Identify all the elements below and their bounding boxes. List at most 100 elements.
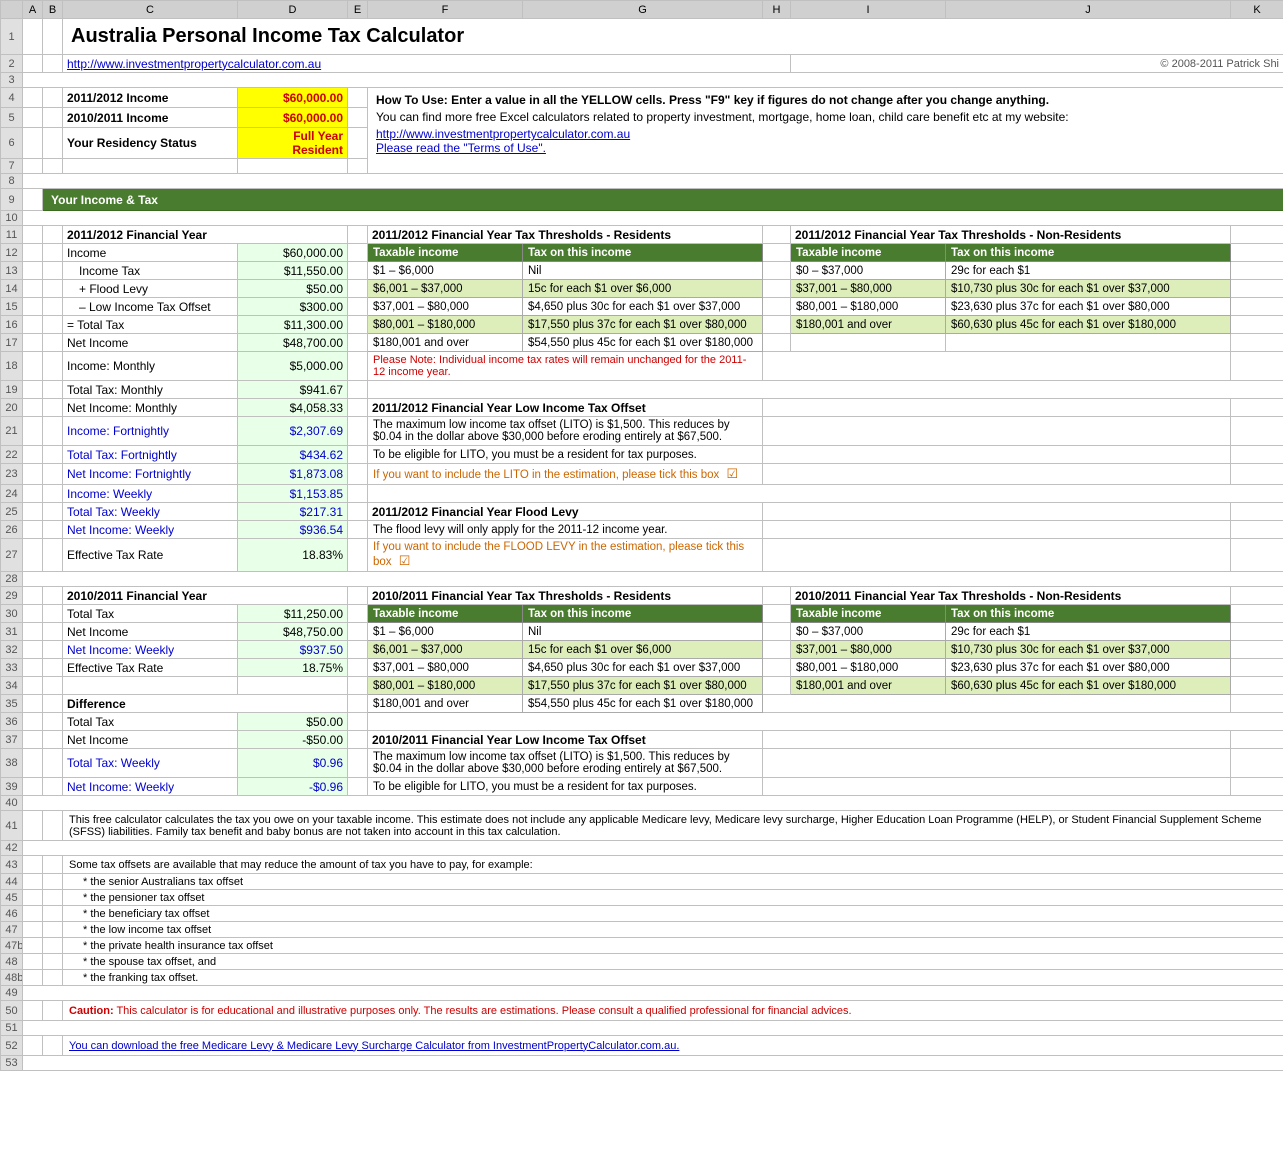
- diff-total-tax-label: Total Tax: [63, 713, 238, 731]
- income-2012-label: 2011/2012 Income: [63, 88, 238, 108]
- col-c-header: C: [63, 1, 238, 19]
- thr-res-r1-c1: $1 – $6,000: [368, 262, 523, 280]
- thresholds-2011-nonres-header: 2010/2011 Financial Year Tax Thresholds …: [791, 587, 1231, 605]
- copyright-cell: © 2008-2011 Patrick Shi: [791, 55, 1283, 73]
- website-link[interactable]: http://www.investmentpropertycalculator.…: [63, 55, 791, 73]
- lito-2011-header: 2010/2011 Financial Year Low Income Tax …: [368, 731, 763, 749]
- diff-net-income-weekly-label: Net Income: Weekly: [63, 778, 238, 796]
- col-f-header: F: [368, 1, 523, 19]
- income-2012-value[interactable]: $60,000.00: [238, 88, 348, 108]
- net-income-weekly-2011-label: Net Income: Weekly: [63, 641, 238, 659]
- difference-header: Difference: [63, 695, 348, 713]
- thr-res-r3-c1: $37,001 – $80,000: [368, 298, 523, 316]
- row1-a: [23, 19, 43, 55]
- income-monthly-value: $5,000.00: [238, 352, 348, 381]
- download-link-cell[interactable]: You can download the free Medicare Levy …: [63, 1036, 1283, 1056]
- offset-3: * the beneficiary tax offset: [63, 906, 1283, 922]
- flood-2012-text1: The flood levy will only apply for the 2…: [368, 521, 763, 539]
- lito-checkbox-row[interactable]: If you want to include the LITO in the e…: [368, 464, 763, 485]
- flood-levy-label: + Flood Levy: [63, 280, 238, 298]
- income-weekly-value: $1,153.85: [238, 485, 348, 503]
- thr-res-col1-header: Taxable income: [368, 244, 523, 262]
- thr-2011-res-col2-header: Tax on this income: [523, 605, 763, 623]
- net-income-2011-label: Net Income: [63, 623, 238, 641]
- thresholds-2012-nonres-header: 2011/2012 Financial Year Tax Thresholds …: [791, 226, 1231, 244]
- disclaimer1: This free calculator calculates the tax …: [63, 811, 1283, 841]
- diff-total-tax-weekly-value: $0.96: [238, 749, 348, 778]
- col-e-header: E: [348, 1, 368, 19]
- residency-label: Your Residency Status: [63, 128, 238, 159]
- thr-nonres-r2-c1: $37,001 – $80,000: [791, 280, 946, 298]
- income-tax-section-header: Your Income & Tax: [43, 189, 1283, 211]
- thr-nonres-r3-c1: $80,001 – $180,000: [791, 298, 946, 316]
- net-income-monthly-value: $4,058.33: [238, 399, 348, 417]
- net-income-weekly-2012-label: Net Income: Weekly: [63, 521, 238, 539]
- net-income-fortnightly-label: Net Income: Fortnightly: [63, 464, 238, 485]
- net-income-2011-value: $48,750.00: [238, 623, 348, 641]
- effective-tax-rate-2012-label: Effective Tax Rate: [63, 539, 238, 572]
- download-link[interactable]: You can download the free Medicare Levy …: [69, 1040, 679, 1052]
- flood-checkbox-row[interactable]: If you want to include the FLOOD LEVY in…: [368, 539, 763, 572]
- income-2011-value[interactable]: $60,000.00: [238, 108, 348, 128]
- thr-res-r5-c1: $180,001 and over: [368, 334, 523, 352]
- net-income-2012-label: Net Income: [63, 334, 238, 352]
- corner-header: [1, 1, 23, 19]
- diff-total-tax-value: $50.00: [238, 713, 348, 731]
- residency-value[interactable]: Full Year Resident: [238, 128, 348, 159]
- total-tax-weekly-value: $217.31: [238, 503, 348, 521]
- disclaimer2: Some tax offsets are available that may …: [63, 856, 1283, 874]
- thr-nonres-r3-c2: $23,630 plus 37c for each $1 over $80,00…: [946, 298, 1231, 316]
- income-label: Income: [63, 244, 238, 262]
- income-monthly-label: Income: Monthly: [63, 352, 238, 381]
- diff-net-income-value: -$50.00: [238, 731, 348, 749]
- threshold-notice: Please Note: Individual income tax rates…: [368, 352, 763, 381]
- thresholds-2012-res-header: 2011/2012 Financial Year Tax Thresholds …: [368, 226, 763, 244]
- total-tax-weekly-label: Total Tax: Weekly: [63, 503, 238, 521]
- income-tax-label: Income Tax: [63, 262, 238, 280]
- offset-2: * the pensioner tax offset: [63, 890, 1283, 906]
- total-tax-2011-label: Total Tax: [63, 605, 238, 623]
- flood-checkbox[interactable]: ☑: [399, 553, 411, 568]
- thr-2011-nonres-col1-header: Taxable income: [791, 605, 946, 623]
- net-income-monthly-label: Net Income: Monthly: [63, 399, 238, 417]
- fy2011-header: 2010/2011 Financial Year: [63, 587, 348, 605]
- col-j-header: J: [946, 1, 1231, 19]
- total-tax-2012-label: = Total Tax: [63, 316, 238, 334]
- lito-2012-header: 2011/2012 Financial Year Low Income Tax …: [368, 399, 763, 417]
- thr-res-r2-c1: $6,001 – $37,000: [368, 280, 523, 298]
- thresholds-2011-res-header: 2010/2011 Financial Year Tax Thresholds …: [368, 587, 763, 605]
- thr-nonres-r4-c2: $60,630 plus 45c for each $1 over $180,0…: [946, 316, 1231, 334]
- page-title: Australia Personal Income Tax Calculator: [63, 19, 1283, 55]
- col-d-header: D: [238, 1, 348, 19]
- offset-1: * the senior Australians tax offset: [63, 874, 1283, 890]
- lito-2011-text2: To be eligible for LITO, you must be a r…: [368, 778, 763, 796]
- thr-res-r4-c1: $80,001 – $180,000: [368, 316, 523, 334]
- col-k-header: K: [1231, 1, 1283, 19]
- net-income-2012-value: $48,700.00: [238, 334, 348, 352]
- net-income-weekly-2012-value: $936.54: [238, 521, 348, 539]
- thr-res-r3-c2: $4,650 plus 30c for each $1 over $37,000: [523, 298, 763, 316]
- total-tax-monthly-value: $941.67: [238, 381, 348, 399]
- thr-nonres-r2-c2: $10,730 plus 30c for each $1 over $37,00…: [946, 280, 1231, 298]
- flood-2012-header: 2011/2012 Financial Year Flood Levy: [368, 503, 763, 521]
- thr-res-r4-c2: $17,550 plus 37c for each $1 over $80,00…: [523, 316, 763, 334]
- total-tax-fortnightly-value: $434.62: [238, 446, 348, 464]
- income-2011-label: 2010/2011 Income: [63, 108, 238, 128]
- offset-5: * the private health insurance tax offse…: [63, 938, 1283, 954]
- caution-label: Caution:: [69, 1005, 114, 1017]
- lito-checkbox[interactable]: ☑: [726, 466, 738, 481]
- income-tax-value: $11,550.00: [238, 262, 348, 280]
- effective-tax-rate-2011-label: Effective Tax Rate: [63, 659, 238, 677]
- lito-label: – Low Income Tax Offset: [63, 298, 238, 316]
- how-to-use-box: How To Use: Enter a value in all the YEL…: [368, 88, 1283, 174]
- total-tax-2011-value: $11,250.00: [238, 605, 348, 623]
- thr-res-r5-c2: $54,550 plus 45c for each $1 over $180,0…: [523, 334, 763, 352]
- thr-res-r1-c2: Nil: [523, 262, 763, 280]
- total-tax-monthly-label: Total Tax: Monthly: [63, 381, 238, 399]
- row-2-num: 2: [1, 55, 23, 73]
- col-h-header: H: [763, 1, 791, 19]
- income-fortnightly-value: $2,307.69: [238, 417, 348, 446]
- row-1-num: 1: [1, 19, 23, 55]
- flood-levy-value: $50.00: [238, 280, 348, 298]
- thr-nonres-r1-c1: $0 – $37,000: [791, 262, 946, 280]
